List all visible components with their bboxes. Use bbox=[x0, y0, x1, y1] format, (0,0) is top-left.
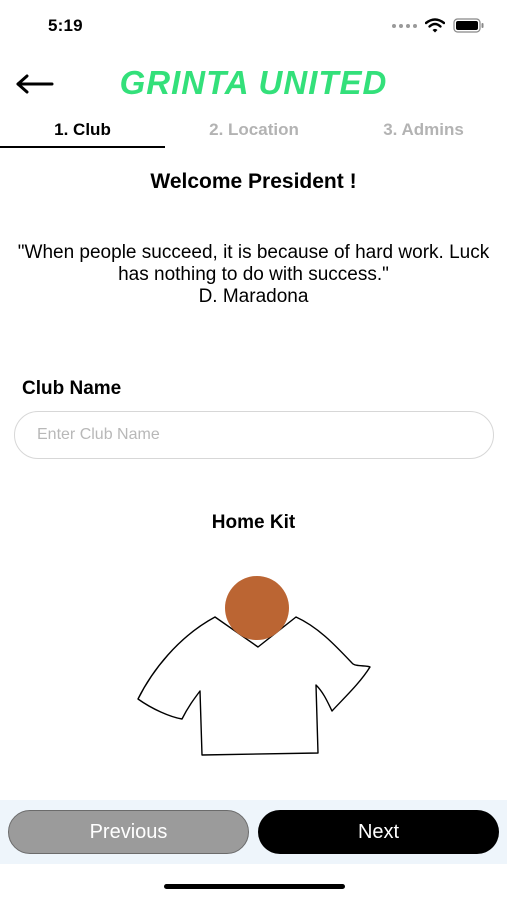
home-indicator bbox=[164, 884, 345, 889]
cellular-signal-icon bbox=[392, 23, 417, 28]
quote-text: "When people succeed, it is because of h… bbox=[17, 242, 490, 285]
header: GRINTA UNITED bbox=[0, 54, 507, 114]
previous-button[interactable]: Previous bbox=[8, 810, 249, 854]
kit-color-marker bbox=[225, 576, 289, 640]
next-button[interactable]: Next bbox=[258, 810, 499, 854]
status-bar: 5:19 bbox=[0, 0, 507, 54]
quote-author: D. Maradona bbox=[198, 286, 309, 307]
bottom-action-bar: Previous Next bbox=[0, 800, 507, 864]
app-title: GRINTA UNITED bbox=[119, 64, 388, 101]
club-name-label: Club Name bbox=[22, 378, 122, 399]
home-kit-picker[interactable] bbox=[130, 575, 380, 760]
step-tabs: 1. Club 2. Location 3. Admins bbox=[0, 110, 507, 150]
tab-location[interactable]: 2. Location bbox=[170, 110, 338, 150]
battery-icon bbox=[453, 18, 484, 33]
status-time: 5:19 bbox=[48, 16, 83, 35]
tab-club[interactable]: 1. Club bbox=[0, 110, 165, 150]
active-tab-indicator bbox=[0, 146, 165, 148]
home-kit-label: Home Kit bbox=[211, 512, 296, 533]
tab-admins[interactable]: 3. Admins bbox=[340, 110, 507, 150]
quote: "When people succeed, it is because of h… bbox=[14, 242, 493, 308]
club-name-input[interactable] bbox=[14, 411, 494, 459]
status-icons bbox=[392, 18, 485, 33]
welcome-heading: Welcome President ! bbox=[150, 170, 357, 193]
wifi-icon bbox=[425, 18, 445, 33]
